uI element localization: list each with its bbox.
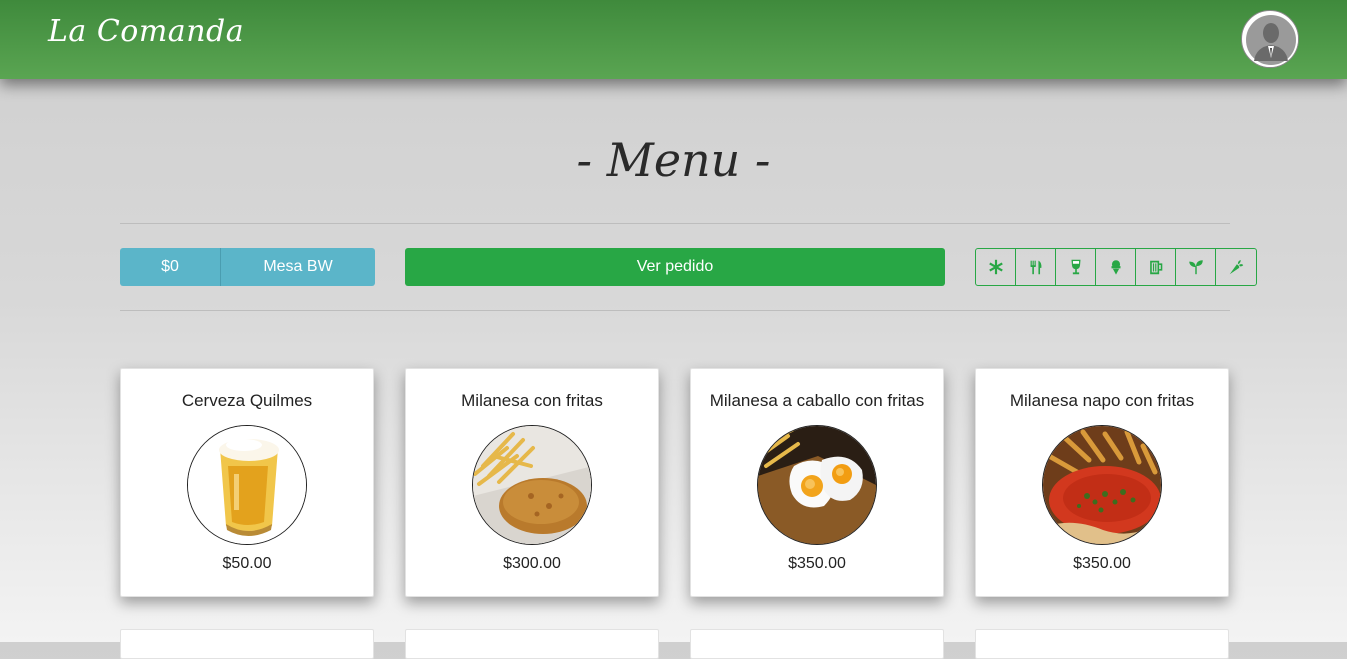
- beer-mug-icon: [1149, 260, 1162, 275]
- product-card[interactable]: [120, 629, 374, 659]
- ver-pedido-button[interactable]: Ver pedido: [405, 248, 945, 286]
- divider-bottom: [120, 310, 1230, 311]
- avatar-silhouette: [1243, 12, 1298, 67]
- category-vegan-button[interactable]: [1176, 249, 1216, 285]
- user-avatar-icon[interactable]: [1241, 10, 1299, 68]
- divider-top: [120, 223, 1230, 224]
- category-veggie-button[interactable]: [1216, 249, 1256, 285]
- product-image-milanesa: [472, 425, 592, 545]
- carrot-icon: [1229, 260, 1244, 275]
- milanesa-napo-image: [1043, 426, 1161, 544]
- product-price: $50.00: [222, 555, 272, 572]
- beer-glass-image: [188, 426, 306, 544]
- product-image-beer: [187, 425, 307, 545]
- order-info-group: $0 Mesa BW: [120, 248, 375, 286]
- product-price: $300.00: [503, 555, 561, 572]
- mesa-button[interactable]: Mesa BW: [221, 248, 375, 286]
- product-name: Milanesa a caballo con fritas: [709, 391, 925, 410]
- product-card[interactable]: Milanesa con fritas $300.00: [405, 368, 659, 597]
- milanesa-eggs-image: [758, 426, 876, 544]
- product-card[interactable]: Milanesa napo con fritas $350.00: [975, 368, 1229, 597]
- product-card[interactable]: Milanesa a caballo con fritas $350.00: [690, 368, 944, 597]
- product-image-napo: [1042, 425, 1162, 545]
- category-food-button[interactable]: [1016, 249, 1056, 285]
- category-all-button[interactable]: [976, 249, 1016, 285]
- page-title: - Menu -: [576, 133, 771, 187]
- product-name: Milanesa con fritas: [461, 391, 603, 410]
- product-name: Cerveza Quilmes: [181, 391, 313, 410]
- asterisk-icon: [988, 259, 1003, 275]
- product-card[interactable]: Cerveza Quilmes $50.00: [120, 368, 374, 597]
- category-beer-button[interactable]: [1136, 249, 1176, 285]
- product-card[interactable]: [975, 629, 1229, 659]
- product-image-caballo: [757, 425, 877, 545]
- product-name: Milanesa napo con fritas: [1009, 391, 1195, 410]
- product-price: $350.00: [1073, 555, 1131, 572]
- milanesa-fries-image: [473, 426, 591, 544]
- product-card[interactable]: [405, 629, 659, 659]
- ice-cream-icon: [1111, 260, 1120, 275]
- product-card[interactable]: [690, 629, 944, 659]
- category-filter-group: [975, 248, 1257, 286]
- wine-glass-icon: [1071, 259, 1080, 275]
- utensils-icon: [1030, 260, 1041, 275]
- navbar: La Comanda: [0, 0, 1347, 79]
- category-dessert-button[interactable]: [1096, 249, 1136, 285]
- seedling-icon: [1188, 260, 1203, 275]
- category-wine-button[interactable]: [1056, 249, 1096, 285]
- brand-logo[interactable]: La Comanda: [48, 14, 244, 49]
- total-button[interactable]: $0: [120, 248, 221, 286]
- product-price: $350.00: [788, 555, 846, 572]
